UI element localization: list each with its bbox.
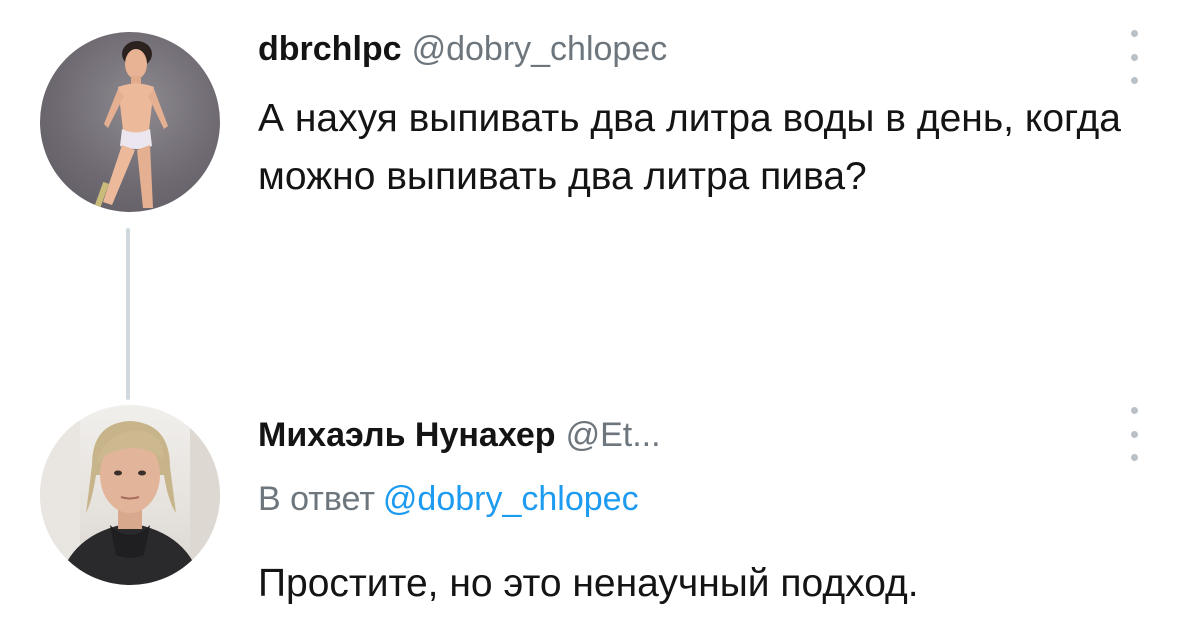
avatar[interactable]: [40, 32, 220, 212]
tweet-header: dbrchlpc @dobry_chlopec: [258, 30, 667, 69]
user-handle[interactable]: @dobry_chlopec: [412, 30, 668, 68]
person-photo-icon: [40, 405, 220, 585]
reply-prefix: В ответ: [258, 480, 375, 518]
doll-figure-icon: [93, 41, 168, 212]
tweet-item[interactable]: dbrchlpc @dobry_chlopec А нахуя выпивать …: [0, 0, 1200, 400]
reply-to-link[interactable]: @dobry_chlopec: [383, 480, 639, 518]
avatar[interactable]: [40, 405, 220, 585]
reply-context: В ответ @dobry_chlopec: [258, 480, 639, 519]
dot: [1130, 430, 1138, 438]
tweet-header: Михаэль Нунахер @Et...: [258, 416, 661, 455]
more-options-icon[interactable]: [1122, 30, 1146, 84]
dot: [1130, 53, 1138, 61]
display-name[interactable]: Михаэль Нунахер: [258, 416, 556, 454]
dot: [1130, 77, 1138, 84]
dot: [1130, 30, 1138, 37]
dot: [1130, 407, 1138, 414]
display-name[interactable]: dbrchlpc: [258, 30, 402, 68]
user-handle[interactable]: @Et...: [566, 416, 661, 454]
tweet-text: А нахуя выпивать два литра воды в день, …: [258, 97, 1121, 198]
thread-connector-line: [126, 228, 130, 400]
more-options-icon[interactable]: [1122, 407, 1146, 461]
tweet-text: Простите, но это ненаучный подход.: [258, 562, 919, 605]
dot: [1130, 454, 1138, 461]
